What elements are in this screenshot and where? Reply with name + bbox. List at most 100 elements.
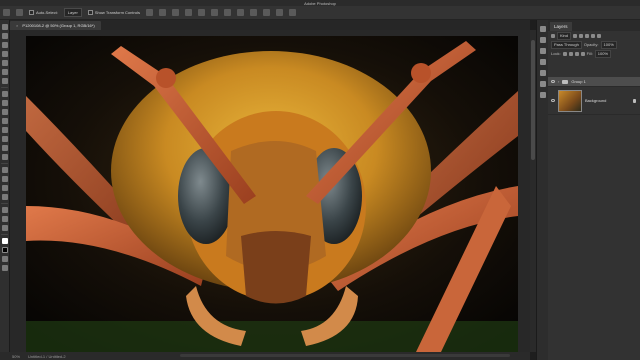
fill-label: Fill: (586, 51, 593, 56)
pen-tool-icon[interactable] (1, 167, 8, 173)
align-bottom-icon[interactable] (210, 9, 218, 16)
layers-panel: Layers Kind Pass Through Opacity: 100% L… (548, 20, 640, 360)
status-bar: 50% Untitled-1 / Untitled-2 (0, 352, 530, 360)
channels-panel-icon[interactable] (539, 81, 546, 87)
gradient-tool-icon[interactable] (1, 136, 8, 142)
auto-select-checkbox[interactable] (29, 10, 34, 15)
dodge-tool-icon[interactable] (1, 154, 8, 160)
tool-divider (1, 203, 8, 204)
layer-name[interactable]: Background (585, 98, 606, 103)
scrollbar-thumb[interactable] (531, 40, 535, 160)
foreground-color-swatch[interactable] (1, 238, 8, 244)
expand-chevron-icon[interactable]: › (558, 79, 559, 84)
visibility-eye-icon[interactable] (551, 99, 555, 102)
frame-tool-icon[interactable] (1, 69, 8, 75)
search-icon (551, 33, 555, 38)
kind-filter-select[interactable]: Kind (557, 31, 572, 40)
app-title: Adobe Photoshop (304, 0, 336, 6)
lock-row: Lock: Fill: 100% (548, 49, 640, 58)
options-bar: Auto-Select: Layer Show Transform Contro… (0, 6, 640, 20)
quick-mask-icon[interactable] (1, 256, 8, 262)
healing-brush-tool-icon[interactable] (1, 91, 8, 97)
background-color-swatch[interactable] (1, 247, 8, 253)
zoom-tool-icon[interactable] (1, 216, 8, 222)
more-options-icon[interactable] (223, 9, 231, 16)
opacity-field[interactable]: 100% (600, 40, 617, 49)
show-transform-checkbox[interactable] (87, 10, 93, 15)
show-transform-label: Show Transform Controls (94, 10, 140, 15)
hand-tool-icon[interactable] (1, 207, 8, 213)
lock-position-icon[interactable] (574, 51, 579, 56)
close-tab-icon[interactable]: × (16, 23, 18, 28)
clone-stamp-tool-icon[interactable] (1, 109, 8, 115)
type-tool-icon[interactable] (1, 176, 8, 182)
brush-tool-icon[interactable] (1, 100, 8, 106)
orbit-icon[interactable] (249, 9, 257, 16)
tab-layers[interactable]: Layers (550, 22, 572, 31)
quick-select-tool-icon[interactable] (1, 51, 8, 57)
lasso-tool-icon[interactable] (1, 42, 8, 48)
history-panel-icon[interactable] (539, 26, 546, 32)
home-icon[interactable] (3, 9, 10, 16)
pixel-filter-icon[interactable] (573, 33, 578, 38)
beetle-photo (26, 36, 518, 352)
panel-tabs: Layers (548, 20, 640, 31)
path-select-tool-icon[interactable] (1, 185, 8, 191)
fill-field[interactable]: 100% (594, 49, 612, 58)
layer-name[interactable]: Group 1 (571, 79, 585, 84)
auto-select-option[interactable]: Auto-Select: (29, 10, 58, 15)
document-tab[interactable]: × P1200108-2 @ 50% (Group 1, RGB/16*) (10, 21, 101, 30)
eyedropper-tool-icon[interactable] (1, 78, 8, 84)
marquee-tool-icon[interactable] (1, 33, 8, 39)
blur-tool-icon[interactable] (1, 145, 8, 151)
blend-row: Pass Through Opacity: 100% (548, 40, 640, 49)
align-top-icon[interactable] (184, 9, 192, 16)
lock-label: Lock: (551, 51, 561, 56)
slide-3d-icon[interactable] (275, 9, 283, 16)
adjustments-panel-icon[interactable] (539, 37, 546, 43)
document-info[interactable]: Untitled-1 / Untitled-2 (28, 354, 66, 359)
move-tool-icon[interactable] (1, 24, 8, 30)
layer-row-background[interactable]: Background (548, 87, 640, 115)
pan-3d-icon[interactable] (262, 9, 270, 16)
visibility-eye-icon[interactable] (551, 80, 555, 83)
type-filter-icon[interactable] (585, 33, 590, 38)
align-left-icon[interactable] (145, 9, 153, 16)
paths-panel-icon[interactable] (539, 92, 546, 98)
crop-tool-icon[interactable] (1, 60, 8, 66)
shape-tool-icon[interactable] (1, 194, 8, 200)
screen-mode-icon[interactable] (1, 265, 8, 271)
document-tabs: × P1200108-2 @ 50% (Group 1, RGB/16*) (10, 20, 530, 30)
align-middle-icon[interactable] (197, 9, 205, 16)
move-tool-icon[interactable] (16, 9, 23, 16)
properties-panel-icon[interactable] (539, 48, 546, 54)
align-right-icon[interactable] (171, 9, 179, 16)
document-tab-title: P1200108-2 @ 50% (Group 1, RGB/16*) (22, 23, 95, 28)
lock-image-icon[interactable] (568, 51, 573, 56)
adjustment-filter-icon[interactable] (579, 33, 584, 38)
tool-divider (1, 163, 8, 164)
history-brush-tool-icon[interactable] (1, 118, 8, 124)
opacity-label: Opacity: (583, 42, 599, 47)
auto-select-label: Auto-Select: (36, 10, 58, 15)
align-center-icon[interactable] (158, 9, 166, 16)
auto-select-value[interactable]: Layer (63, 8, 82, 17)
auto-select-dropdown[interactable]: Layer (63, 8, 82, 17)
lock-transparent-icon[interactable] (562, 51, 567, 56)
layer-row-group-1[interactable]: › Group 1 (548, 77, 640, 87)
horizontal-scrollbar[interactable] (180, 354, 510, 357)
canvas-area[interactable] (10, 30, 530, 352)
scale-3d-icon[interactable] (288, 9, 296, 16)
character-panel-icon[interactable] (539, 59, 546, 65)
blend-mode-select[interactable]: Pass Through (551, 40, 582, 49)
paragraph-panel-icon[interactable] (539, 70, 546, 76)
document-image[interactable] (26, 36, 518, 352)
shape-filter-icon[interactable] (591, 33, 596, 38)
zoom-level[interactable]: 50% (12, 354, 20, 359)
more-tools-icon[interactable] (1, 225, 8, 231)
smart-object-filter-icon[interactable] (597, 33, 602, 38)
lock-all-icon[interactable] (580, 51, 585, 56)
3d-mode-icon[interactable] (236, 9, 244, 16)
eraser-tool-icon[interactable] (1, 127, 8, 133)
show-transform-option[interactable]: Show Transform Controls (87, 10, 140, 15)
